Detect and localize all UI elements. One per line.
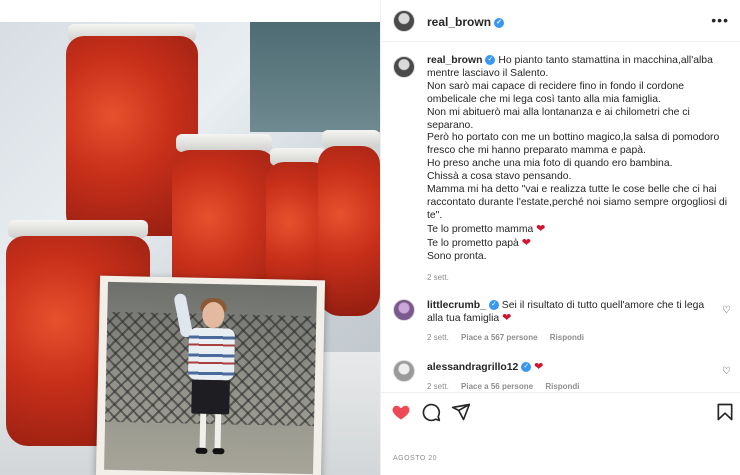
verified-icon: ✓	[488, 300, 499, 311]
comment-like-icon[interactable]: ♡	[722, 305, 731, 316]
reply-link[interactable]: Rispondi	[550, 333, 584, 342]
comments-section[interactable]: real_brown ✓ Ho pianto tanto stamattina i…	[381, 43, 740, 391]
comment-username[interactable]: alessandragrillo12	[427, 362, 518, 373]
heart-filled-icon[interactable]	[391, 402, 411, 422]
caption-promise-mom: Te lo prometto mamma	[427, 223, 534, 235]
post-photo[interactable]	[0, 22, 380, 475]
caption-time[interactable]: 2 sett.	[427, 273, 449, 282]
comment-likes[interactable]: Piace a 56 persone	[461, 382, 533, 391]
author-username-wrap[interactable]: real_brown ✓	[427, 15, 505, 29]
red-heart-emoji-icon: ❤	[502, 312, 512, 324]
action-bar	[381, 392, 740, 432]
photo-window	[250, 22, 380, 132]
kid-skirt	[191, 379, 230, 415]
post-panel: real_brown ✓ ••• real_brown ✓ Ho pianto ta…	[380, 0, 740, 475]
caption-line: Non mi abituerò mai alla lontananza e ai…	[427, 106, 690, 131]
kid-leg	[214, 414, 222, 451]
caption-line: Chissà a cosa stavo pensando.	[427, 171, 572, 183]
red-heart-emoji-icon: ❤	[534, 361, 544, 373]
author-avatar[interactable]	[393, 10, 415, 32]
verified-icon: ✓	[485, 55, 496, 66]
comment-likes[interactable]: Piace a 567 persone	[461, 333, 538, 342]
sauce-bottle	[318, 146, 380, 316]
commenter-avatar[interactable]	[393, 360, 415, 382]
caption-line: Ho preso anche una mia foto di quando er…	[427, 158, 673, 170]
caption-line: Non sarò mai capace di recidere fino in …	[427, 80, 685, 105]
commenter-avatar[interactable]	[393, 299, 415, 321]
comment-time[interactable]: 2 sett.	[427, 382, 449, 391]
kid-leg	[199, 413, 207, 450]
caption-ready: Sono pronta.	[427, 250, 487, 262]
comment-item: alessandragrillo12 ✓ ❤ 2 sett. Piace a 56…	[427, 361, 717, 391]
caption-promise-dad: Te lo prometto papà	[427, 237, 519, 249]
comment-like-icon[interactable]: ♡	[722, 366, 731, 377]
childhood-photo	[95, 275, 326, 475]
kid-sweater	[187, 327, 236, 381]
caption-avatar[interactable]	[393, 56, 415, 78]
post-date[interactable]: AGOSTO 20	[393, 455, 437, 462]
comment-icon[interactable]	[421, 402, 441, 422]
comment-time[interactable]: 2 sett.	[427, 333, 449, 342]
red-heart-emoji-icon: ❤	[521, 236, 531, 249]
kid-shoe	[195, 447, 208, 454]
comment-item: littlecrumb_ ✓ Sei il risultato di tutto …	[427, 299, 717, 344]
caption-username[interactable]: real_brown	[427, 55, 482, 66]
red-heart-emoji-icon: ❤	[536, 222, 546, 235]
author-username[interactable]: real_brown	[427, 15, 491, 29]
verified-icon: ✓	[494, 17, 505, 28]
post-header: real_brown ✓ •••	[381, 0, 740, 42]
caption-line: Però ho portato con me un bottino magico…	[427, 132, 720, 157]
kid-shoe	[212, 448, 225, 455]
post-caption: real_brown ✓ Ho pianto tanto stamattina i…	[427, 55, 727, 284]
share-icon[interactable]	[451, 402, 471, 422]
caption-line: Mamma mi ha detto "vai e realizza tutte …	[427, 184, 728, 221]
reply-link[interactable]: Rispondi	[545, 382, 579, 391]
more-icon[interactable]: •••	[711, 12, 729, 28]
bookmark-icon[interactable]	[715, 402, 735, 422]
comment-username[interactable]: littlecrumb_	[427, 300, 486, 311]
verified-icon: ✓	[521, 362, 532, 373]
